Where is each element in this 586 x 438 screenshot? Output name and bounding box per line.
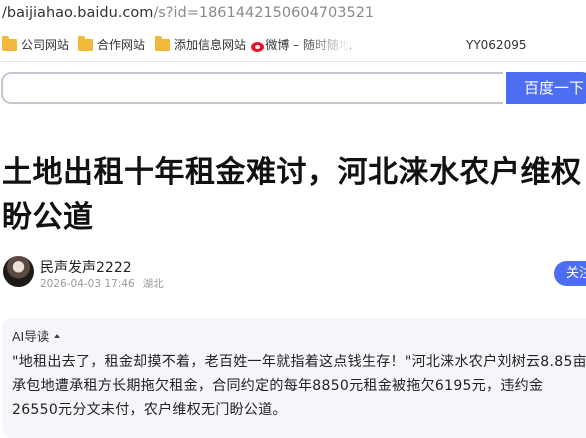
bookmark-yy062095[interactable]: YY062095	[466, 36, 526, 54]
folder-icon	[2, 36, 17, 51]
article-title: 土地出租十年租金难讨，河北涞水农户维权盼公道	[2, 155, 582, 235]
bookmark-partner-sites[interactable]: 合作网站	[78, 36, 145, 54]
bookmarks-bar: 公司网站 合作网站 添加信息网站 微博 – 随时随地 YY062095	[0, 28, 586, 62]
ai-summary-panel: AI导读 "地租出去了，租金却摸不着，老百姓一年就指着这点钱生存！"河北涞水农户…	[2, 318, 586, 438]
author-avatar[interactable]	[3, 256, 34, 287]
search-button[interactable]: 百度一下	[506, 72, 586, 104]
ai-summary-toggle[interactable]: AI导读	[12, 326, 61, 345]
weibo-icon	[251, 39, 265, 52]
bookmark-label: YY062095	[466, 38, 527, 52]
url-path: /s?id=1861442150604703521	[153, 5, 375, 21]
article-meta: 2026-04-03 17:46 湖北	[40, 276, 172, 291]
publish-datetime: 2026-04-03 17:46	[40, 278, 135, 290]
search-input[interactable]	[1, 72, 503, 104]
bookmark-company-sites[interactable]: 公司网站	[2, 36, 69, 54]
bookmark-add-info-sites[interactable]: 添加信息网站	[155, 36, 246, 54]
follow-button[interactable]: 关注	[554, 261, 586, 286]
publish-location: 湖北	[142, 278, 164, 290]
bookmark-label: 合作网站	[97, 38, 146, 52]
search-bar: 百度一下	[0, 62, 586, 122]
author-name[interactable]: 民声发声2222	[40, 257, 132, 277]
bookmark-fade	[300, 30, 350, 54]
ai-summary-text: "地租出去了，租金却摸不着，老百姓一年就指着这点钱生存！"河北涞水农户刘树云8.…	[12, 354, 586, 418]
bookmark-label: 添加信息网站	[174, 38, 247, 52]
caret-up-icon	[54, 333, 61, 338]
bookmark-label: 公司网站	[21, 38, 70, 52]
ai-summary-header: AI导读	[12, 329, 50, 344]
folder-icon	[155, 36, 170, 51]
address-bar[interactable]: /baijiahao.baidu.com/s?id=18614421506047…	[0, 0, 586, 28]
folder-icon	[78, 36, 93, 51]
url-host: /baijiahao.baidu.com	[2, 5, 154, 21]
